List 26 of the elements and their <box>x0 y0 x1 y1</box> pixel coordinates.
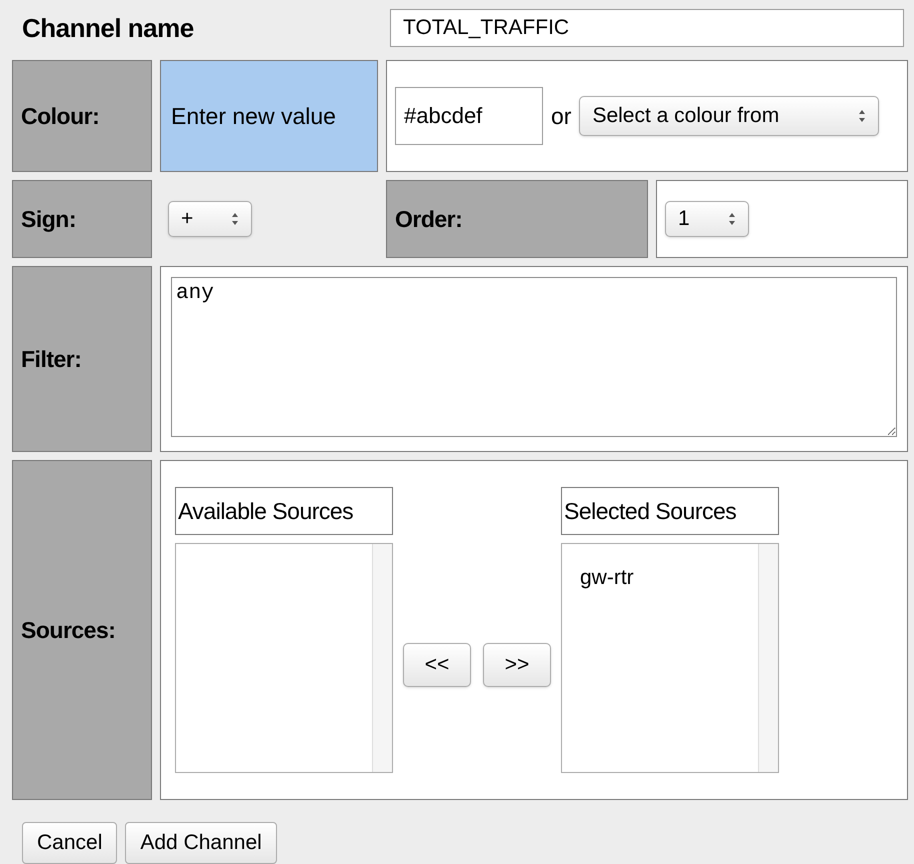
list-heading: Selected Sources <box>561 487 779 535</box>
form-title: Channel name <box>22 12 195 44</box>
stepper-icon <box>231 212 239 226</box>
list-heading: Available Sources <box>175 487 393 535</box>
form-button[interactable]: Add Channel <box>125 822 277 864</box>
field-label: Sources: <box>21 616 116 645</box>
stepper-icon <box>858 109 866 123</box>
stepper-icon <box>728 212 736 226</box>
selected-list[interactable]: gw-rtr <box>561 543 779 773</box>
sign-select[interactable]: + <box>168 201 252 237</box>
field-label: Filter: <box>21 344 82 374</box>
prompt-text: Enter new value <box>171 102 336 131</box>
field-label: Colour: <box>21 102 100 131</box>
colour-select[interactable]: Select a colour from <box>579 96 880 136</box>
available-list[interactable] <box>175 543 393 773</box>
move-button[interactable]: << <box>403 643 471 687</box>
field-label: Sign: <box>21 204 76 234</box>
channel-name-field[interactable]: TOTAL_TRAFFIC <box>390 9 904 47</box>
form-button[interactable]: Cancel <box>22 822 118 864</box>
filter-field[interactable]: any <box>171 277 897 437</box>
order-select[interactable]: 1 <box>665 201 749 237</box>
colour-field[interactable]: #abcdef <box>395 87 543 145</box>
move-button[interactable]: >> <box>483 643 551 687</box>
field-label: Order: <box>395 204 462 234</box>
list-item[interactable]: gw-rtr <box>580 562 758 594</box>
or-text: or <box>551 102 572 131</box>
